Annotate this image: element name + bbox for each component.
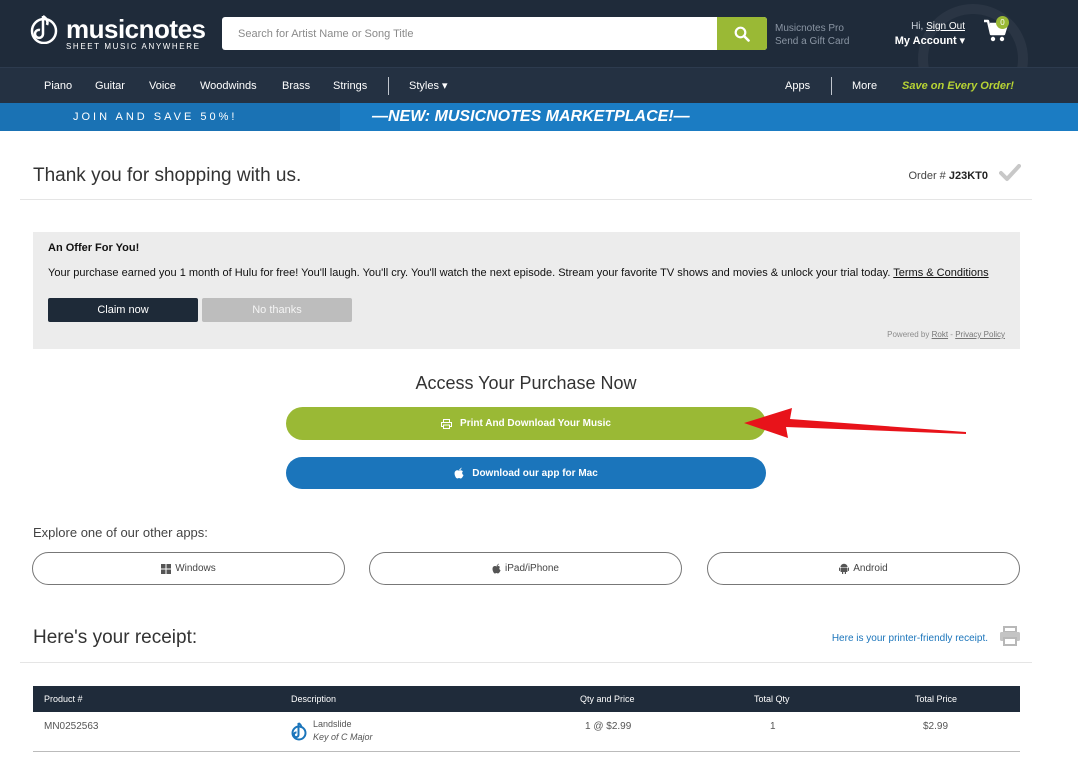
search-button[interactable] [717,17,767,50]
access-title: Access Your Purchase Now [415,373,637,393]
product-title-link[interactable]: Landslide [313,719,352,729]
rokt-link[interactable]: Rokt [932,330,948,339]
promo-banner[interactable]: JOIN AND SAVE 50%! —NEW: MUSICNOTES MARK… [0,103,1078,131]
column-total-qty: Total Qty [754,694,790,704]
greeting: Hi, [911,21,924,32]
nav-voice[interactable]: Voice [149,68,176,104]
product-number: MN0252563 [44,721,99,732]
privacy-policy-link[interactable]: Privacy Policy [955,330,1005,339]
my-account-label: My Account [894,35,957,47]
powered-by: Powered by Rokt - Privacy Policy [887,330,1005,339]
download-mac-app-button[interactable]: Download our app for Mac [286,457,766,489]
no-thanks-button[interactable]: No thanks [202,298,352,322]
qty-price: 1 @ $2.99 [585,721,632,732]
account-menu: Hi, Sign Out My Account ▾ [880,19,965,49]
sign-out-link[interactable]: Sign Out [926,21,965,32]
windows-app-button[interactable]: Windows [32,552,345,585]
print-download-label: Print And Download Your Music [460,418,611,429]
print-download-button[interactable]: Print And Download Your Music [286,407,766,440]
printer-icon[interactable] [999,626,1021,646]
android-label: Android [853,563,888,574]
caret-down-icon: ▾ [959,35,965,47]
caret-down-icon: ▾ [442,80,448,92]
divider [20,199,1032,200]
search-input[interactable] [222,17,717,50]
download-mac-label: Download our app for Mac [472,467,598,479]
explore-apps-label: Explore one of our other apps: [33,525,208,540]
total-qty: 1 [770,721,776,732]
table-row: MN0252563 Landslide Key of C Major 1 @ $… [33,712,1020,752]
powered-by-separator: - [950,330,953,339]
terms-link[interactable]: Terms & Conditions [893,267,988,279]
nav-save-every-order[interactable]: Save on Every Order! [902,68,1014,104]
nav-woodwinds[interactable]: Woodwinds [200,68,257,104]
claim-now-button[interactable]: Claim now [48,298,198,322]
search-bar [222,17,767,50]
apple-icon [492,563,501,574]
my-account-dropdown[interactable]: My Account ▾ [880,34,965,49]
column-description: Description [291,694,337,704]
logo-text: musicnotes [66,14,206,44]
red-arrow-annotation [744,408,966,438]
ipad-iphone-app-button[interactable]: iPad/iPhone [369,552,682,585]
order-number: Order # J23KT0 [880,170,989,182]
column-product: Product # [44,694,83,704]
offer-description: Your purchase earned you 1 month of Hulu… [48,267,891,279]
ipad-iphone-label: iPad/iPhone [505,563,559,574]
column-qty-price: Qty and Price [580,694,635,704]
nav-more[interactable]: More [852,68,877,104]
top-header: musicnotes SHEET MUSIC ANYWHERE Musicnot… [0,0,1078,114]
receipt-title: Here's your receipt: [33,627,198,648]
logo-subtitle: SHEET MUSIC ANYWHERE [66,42,201,51]
order-label: Order # [908,170,946,182]
offer-title: An Offer For You! [48,242,140,254]
promo-join-text: JOIN AND SAVE 50%! [73,111,238,123]
receipt-table-header: Product # Description Qty and Price Tota… [33,686,1020,712]
search-icon [734,26,750,42]
musicnotes-product-icon [291,722,307,741]
cart-count-badge: 0 [996,16,1009,29]
nav-guitar[interactable]: Guitar [95,68,125,104]
gift-card-link[interactable]: Send a Gift Card [775,35,849,48]
nav-styles-label: Styles [409,80,439,92]
offer-panel: An Offer For You! Your purchase earned y… [33,232,1020,349]
printer-friendly-link[interactable]: Here is your printer-friendly receipt. [800,633,988,644]
android-icon [839,563,850,574]
windows-label: Windows [175,563,216,574]
nav-strings[interactable]: Strings [333,68,367,104]
windows-icon [161,563,172,574]
android-app-button[interactable]: Android [707,552,1020,585]
nav-styles[interactable]: Styles ▾ [409,68,448,104]
pro-links: Musicnotes Pro Send a Gift Card [775,22,849,48]
nav-piano[interactable]: Piano [44,68,72,104]
nav-divider [831,77,832,95]
printer-icon [441,418,453,429]
page-title: Thank you for shopping with us. [33,165,302,186]
nav-brass[interactable]: Brass [282,68,310,104]
musicnotes-logo[interactable]: musicnotes SHEET MUSIC ANYWHERE [30,10,206,54]
apple-icon [454,467,464,479]
column-total-price: Total Price [915,694,958,704]
musicnotes-pro-link[interactable]: Musicnotes Pro [775,22,849,35]
powered-by-label: Powered by [887,330,930,339]
total-price: $2.99 [923,721,949,732]
promo-marketplace-text: —NEW: MUSICNOTES MARKETPLACE!— [372,108,690,125]
order-value: J23KT0 [948,170,988,182]
main-nav: Piano Guitar Voice Woodwinds Brass Strin… [0,67,1078,103]
checkmark-icon [999,164,1021,181]
logo-icon [30,14,58,44]
nav-apps[interactable]: Apps [785,68,810,104]
nav-divider [388,77,389,95]
offer-text: Your purchase earned you 1 month of Hulu… [48,267,1008,279]
product-key: Key of C Major [313,732,373,742]
divider [20,662,1032,663]
